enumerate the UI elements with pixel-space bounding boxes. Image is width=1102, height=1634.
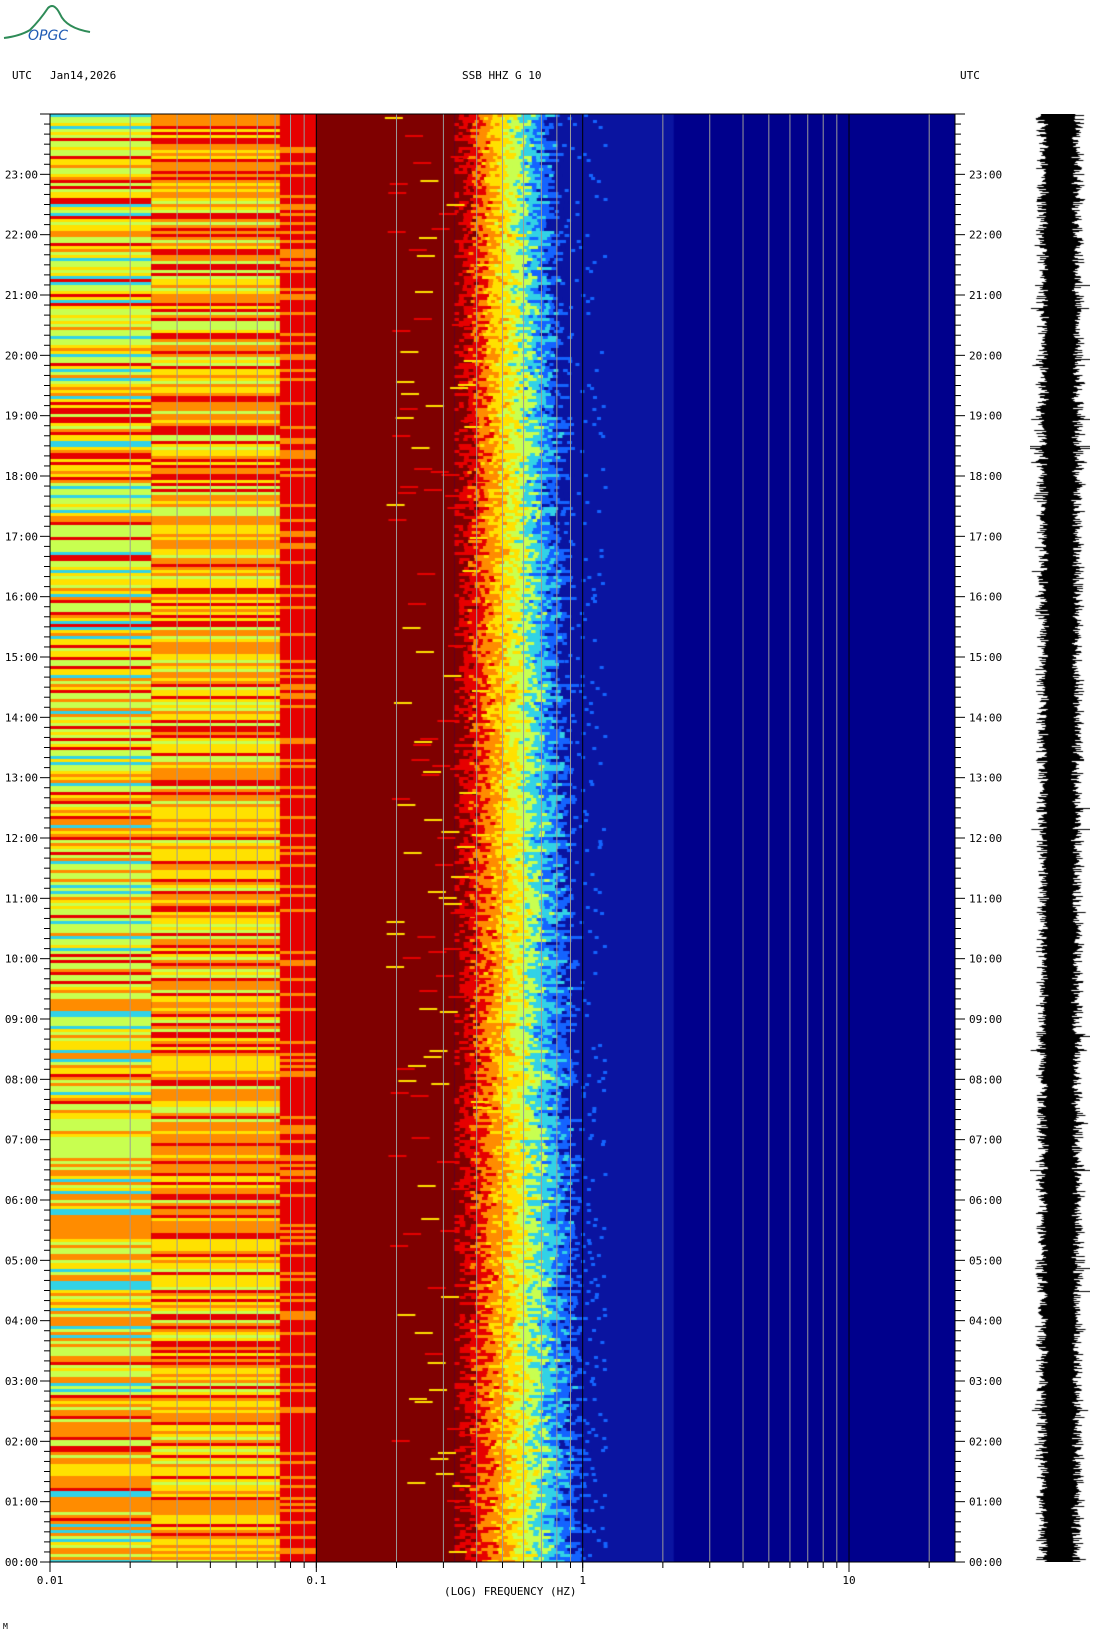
seismogram-trace [1030,114,1090,1562]
y-tick-label-right: 11:00 [969,892,1002,905]
y-tick-label-left: 21:00 [5,289,38,302]
y-tick-label-right: 21:00 [969,289,1002,302]
y-tick-label-right: 02:00 [969,1435,1002,1448]
y-tick-label-right: 08:00 [969,1073,1002,1086]
y-tick-label-right: 06:00 [969,1194,1002,1207]
y-tick-label-left: 19:00 [5,410,38,423]
y-tick-label-left: 15:00 [5,651,38,664]
y-tick-label-left: 11:00 [5,892,38,905]
y-tick-label-right: 04:00 [969,1315,1002,1328]
x-tick-label: 0.1 [306,1574,326,1587]
y-tick-label-right: 14:00 [969,711,1002,724]
y-tick-label-left: 05:00 [5,1254,38,1267]
y-tick-label-right: 23:00 [969,168,1002,181]
y-tick-label-left: 20:00 [5,349,38,362]
x-tick-label: 10 [842,1574,855,1587]
y-tick-label-right: 19:00 [969,410,1002,423]
y-tick-label-left: 04:00 [5,1315,38,1328]
y-tick-label-left: 09:00 [5,1013,38,1026]
y-tick-label-right: 18:00 [969,470,1002,483]
y-tick-label-left: 10:00 [5,953,38,966]
y-tick-label-left: 14:00 [5,711,38,724]
y-tick-label-right: 15:00 [969,651,1002,664]
spectrogram-axes: 0.01 0.1 1 10 00:00 00:00 01:00 01:00 02:00 02:00… [5,113,1002,1587]
y-tick-label-right: 07:00 [969,1134,1002,1147]
y-tick-label-right: 22:00 [969,229,1002,242]
y-tick-label-right: 12:00 [969,832,1002,845]
y-tick-label-left: 23:00 [5,168,38,181]
x-tick-label: 0.01 [37,1574,64,1587]
x-axis-title: (LOG) FREQUENCY (HZ) [444,1585,577,1598]
y-tick-label-left: 12:00 [5,832,38,845]
y-tick-label-right: 03:00 [969,1375,1002,1388]
y-tick-label-right: 13:00 [969,772,1002,785]
y-tick-label-left: 13:00 [5,772,38,785]
y-tick-label-right: 17:00 [969,530,1002,543]
y-tick-label-left: 00:00 [5,1556,38,1569]
y-tick-label-right: 01:00 [969,1496,1002,1509]
y-tick-label-left: 03:00 [5,1375,38,1388]
x-tick-label: 1 [579,1574,586,1587]
y-tick-label-left: 16:00 [5,591,38,604]
y-tick-label-left: 07:00 [5,1134,38,1147]
y-tick-label-left: 02:00 [5,1435,38,1448]
y-tick-label-left: 06:00 [5,1194,38,1207]
y-tick-label-right: 00:00 [969,1556,1002,1569]
y-tick-label-right: 10:00 [969,953,1002,966]
y-tick-label-right: 16:00 [969,591,1002,604]
y-tick-label-right: 09:00 [969,1013,1002,1026]
y-tick-label-left: 18:00 [5,470,38,483]
y-tick-label-right: 05:00 [969,1254,1002,1267]
y-tick-label-left: 17:00 [5,530,38,543]
y-tick-label-left: 08:00 [5,1073,38,1086]
y-tick-label-left: 22:00 [5,229,38,242]
y-tick-label-left: 01:00 [5,1496,38,1509]
y-tick-label-right: 20:00 [969,349,1002,362]
footer-mark: M [3,1622,8,1631]
